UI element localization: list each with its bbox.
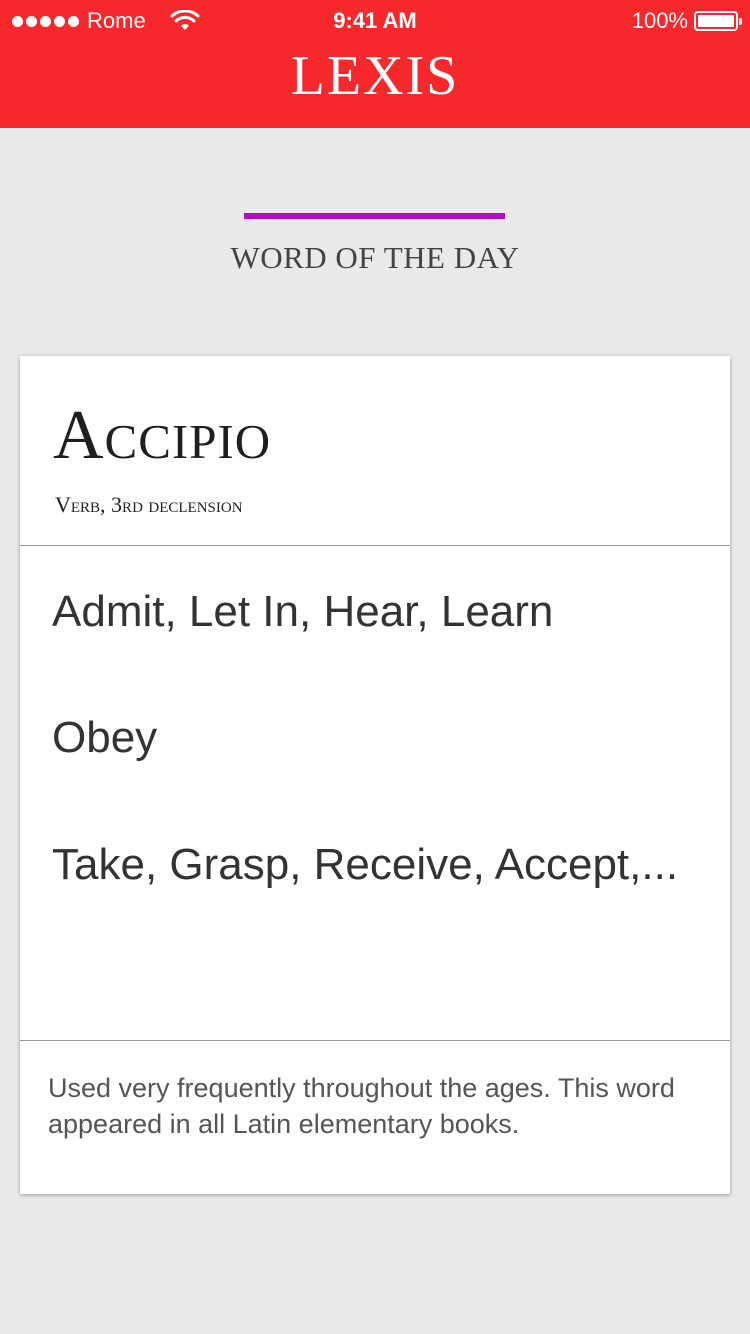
section-title: WORD OF THE DAY [230, 240, 520, 275]
battery-icon [694, 11, 742, 31]
status-right: 100% [631, 8, 742, 34]
card-header: Accipio Verb, 3rd declension [20, 356, 730, 546]
latin-word: Accipio [53, 397, 272, 474]
word-type: Verb, 3rd declension [55, 492, 243, 517]
meaning-item: Admit, Let In, Hear, Learn [52, 587, 554, 636]
usage-note: Used very frequently throughout the ages… [48, 1073, 675, 1139]
status-bar: Rome 9:41 AM 100% [0, 0, 750, 40]
word-of-the-day-card[interactable]: Accipio Verb, 3rd declension Admit, Let … [20, 356, 730, 1194]
meaning-item: Take, Grasp, Receive, Accept,... [52, 840, 679, 889]
section-accent-rule [244, 213, 505, 219]
meanings-list: Admit, Let In, Hear, Learn Obey Take, Gr… [20, 546, 730, 1041]
app-title: LEXIS [290, 45, 460, 107]
meaning-item: Obey [52, 713, 158, 762]
app-header: Rome 9:41 AM 100% LEXIS [0, 0, 750, 128]
battery-fill [698, 15, 734, 27]
battery-percentage: 100% [631, 8, 688, 33]
